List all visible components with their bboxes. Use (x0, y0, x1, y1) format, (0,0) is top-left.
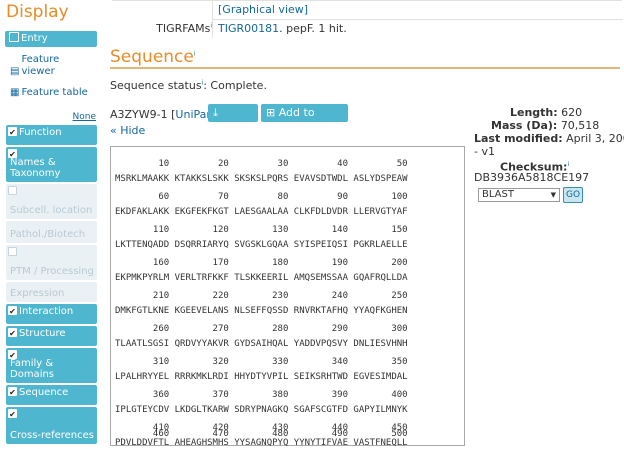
section-function[interactable]: ✔ Function (6, 125, 97, 145)
mass-label: Mass (Da): (491, 119, 558, 132)
version: - v1 (474, 145, 495, 158)
sequence-line: 360 370 380 390 400 (115, 390, 408, 400)
section-expression: Expression (6, 282, 97, 302)
sequence-line: 110 120 130 140 150 (115, 225, 408, 235)
feature-table-link[interactable]: ▦ Feature table (10, 87, 88, 99)
download-icon: ⤓ (213, 106, 218, 119)
sequence-line: MSRKLMAAKK KTAKKSLSKK SKSKSLPQRS EVAVSDT… (115, 174, 408, 184)
feature-viewer-link[interactable]: ▤Feature viewer (10, 54, 81, 78)
mass-value: 70,518 (560, 119, 600, 132)
structure-checkbox[interactable]: ✔ (8, 328, 17, 338)
tigrfams-value: TIGR00181. pepF. 1 hit. (212, 20, 347, 38)
section-pathol-biotech: Pathol./Biotech (6, 221, 97, 243)
sequence-line: 10 20 30 40 50 (115, 159, 408, 169)
sequence-line: LPALHRYYEL RRRKMKLRDI HHYDTYVPIL SEIKSRH… (115, 372, 408, 382)
isoform-accession: A3ZYW9-1 [UniParc] (110, 108, 221, 121)
sequence-line: EKDFAKLAKK EKGFEKFKGT LAESGAALAA CLKFDLD… (115, 207, 408, 217)
chevron-down-icon: ▼ (550, 191, 556, 199)
section-cross-references[interactable]: ✔ Cross-references (6, 407, 97, 444)
section-divider (110, 67, 620, 69)
basket-icon: ⊞ (266, 106, 276, 119)
sequence-line: 160 170 180 190 200 (115, 258, 408, 268)
add-to-basket-button[interactable]: ⊞ Add to basket (261, 104, 348, 137)
length-label: Length: (510, 106, 558, 119)
sequence-checkbox[interactable]: ✔ (8, 387, 17, 397)
checksum-value: DB3936A5818CE197 (474, 171, 590, 184)
sequence-line: 210 220 230 240 250 (115, 291, 408, 301)
tigrfams-label: TIGRFAMsi (156, 22, 212, 35)
modified-label: Last modified: (474, 132, 563, 145)
length-value: 620 (561, 106, 583, 119)
cross-references-checkbox[interactable]: ✔ (8, 409, 17, 419)
family-domains-table: [Graphical view] TIGRFAMsi TIGR00181. pe… (112, 0, 623, 39)
sidebar: Display Entry ▤Feature viewer ▦ Feature t… (0, 0, 104, 444)
tigrfams-link[interactable]: TIGR00181 (218, 22, 279, 35)
section-names-taxonomy[interactable]: ✔ Names & Taxonomy (6, 147, 97, 182)
sequence-line: TLAATLSGSI QRDVYYAKVR GYDSAIHQAL YADDVPQ… (115, 339, 408, 349)
entry-icon (9, 32, 19, 42)
sequence-line: LKTTENQADD DSQRRIARYQ SVGSKLGQAA SYISPEI… (115, 240, 408, 250)
section-sequence[interactable]: ✔ Sequence (6, 385, 97, 405)
sequence-line: 460 470 480 490 500 (115, 429, 408, 439)
sequence-line: 260 270 280 290 300 (115, 324, 408, 334)
sequence-status: Sequence statusi: Complete. (110, 79, 267, 92)
feature-table-icon: ▦ (10, 87, 20, 98)
hide-link[interactable]: « Hide (110, 124, 145, 137)
help-icon[interactable]: i (567, 161, 569, 168)
tool-select[interactable]: BLAST ▼ (478, 188, 560, 202)
sequence-box: 10 20 30 40 50 MSRKLMAAKK KTAKKSLSKK SKS… (110, 146, 465, 448)
sequence-line: 310 320 330 340 350 (115, 357, 408, 367)
interaction-checkbox[interactable]: ✔ (8, 306, 17, 316)
none-link[interactable]: None (73, 112, 96, 122)
go-button[interactable]: GO (563, 187, 583, 203)
section-structure[interactable]: ✔ Structure (6, 326, 97, 346)
section-interaction[interactable]: ✔ Interaction (6, 304, 97, 324)
section-subcell-location: Subcell. location (6, 184, 97, 219)
entry-button[interactable]: Entry (5, 31, 97, 47)
graphical-view-link[interactable]: [Graphical view] (218, 3, 308, 16)
sequence-line: IPLGTEYCDV LKDGLTKARW SDRYPNAGKQ SGAFSCG… (115, 405, 408, 415)
function-checkbox[interactable]: ✔ (8, 127, 17, 137)
sequence-heading: Sequencei (110, 47, 196, 67)
feature-viewer-icon: ▤ (10, 66, 20, 77)
sequence-line: EKPMKPYRLM VERLTRFKKF TLSKKEERIL AMQSEMS… (115, 273, 408, 283)
display-title: Display (6, 2, 69, 22)
subcell-location-checkbox (8, 186, 17, 195)
main-content: [Graphical view] TIGRFAMsi TIGR00181. pe… (104, 0, 624, 448)
modified-value: April 3, 2007 (566, 132, 624, 145)
sequence-line: DMKFGTLKNE KGEEVELANS NLSEFFQSSD RNVRKTA… (115, 306, 408, 316)
section-ptm-processing: PTM / Processing (6, 245, 97, 280)
sequence-line: 60 70 80 90 100 (115, 192, 408, 202)
section-family-domains[interactable]: ✔ Family & Domains (6, 348, 97, 383)
sequence-info: Length: 620 Mass (Da): 70,518 Last modif… (474, 106, 624, 184)
fasta-button[interactable]: ⤓ FASTA (208, 104, 258, 137)
help-icon[interactable]: i (194, 50, 196, 57)
ptm-processing-checkbox (8, 247, 17, 256)
